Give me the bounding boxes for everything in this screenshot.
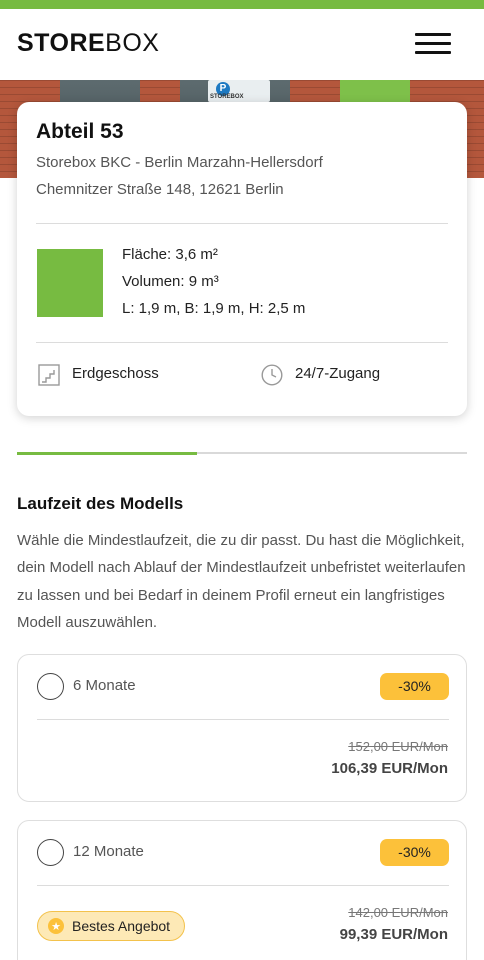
card-divider bbox=[36, 223, 448, 224]
site-header: STOREBOX bbox=[0, 9, 484, 80]
unit-dimensions: L: 1,9 m, B: 1,9 m, H: 2,5 m bbox=[122, 300, 306, 317]
new-price: 99,39 EUR/Mon bbox=[339, 926, 448, 943]
hamburger-menu-icon[interactable] bbox=[415, 31, 451, 57]
unit-volume: Volumen: 9 m³ bbox=[122, 273, 219, 290]
best-offer-label: Bestes Angebot bbox=[72, 918, 171, 934]
option-divider bbox=[37, 719, 449, 720]
term-option-label: 12 Monate bbox=[73, 843, 144, 860]
best-offer-badge: ★ Bestes Angebot bbox=[37, 911, 186, 941]
option-divider bbox=[37, 885, 449, 886]
term-option-label: 6 Monate bbox=[73, 677, 136, 694]
term-option-6-months[interactable]: 6 Monate -30% 152,00 EUR/Mon 106,39 EUR/… bbox=[17, 654, 467, 802]
radio-button[interactable] bbox=[37, 839, 64, 866]
unit-title: Abteil 53 bbox=[36, 120, 124, 143]
stairs-icon bbox=[38, 364, 60, 386]
radio-button[interactable] bbox=[37, 673, 64, 700]
discount-badge: -30% bbox=[380, 839, 449, 866]
unit-size-swatch bbox=[37, 249, 103, 317]
clock-icon bbox=[261, 364, 283, 386]
floor-label: Erdgeschoss bbox=[72, 365, 159, 382]
storebox-logo[interactable]: STOREBOX bbox=[17, 29, 159, 58]
term-option-12-months[interactable]: 12 Monate -30% ★ Bestes Angebot 142,00 E… bbox=[17, 820, 467, 960]
brand-top-stripe bbox=[0, 0, 484, 9]
booking-progress-bar bbox=[17, 451, 467, 455]
card-divider bbox=[36, 342, 448, 343]
facility-sign-text: STOREBOX bbox=[210, 94, 244, 100]
new-price: 106,39 EUR/Mon bbox=[331, 760, 448, 777]
unit-details-card: Abteil 53 Storebox BKC - Berlin Marzahn-… bbox=[17, 102, 467, 416]
old-price: 152,00 EUR/Mon bbox=[348, 739, 448, 754]
unit-location: Storebox BKC - Berlin Marzahn-Hellersdor… bbox=[36, 154, 323, 171]
old-price: 142,00 EUR/Mon bbox=[348, 905, 448, 920]
progress-fill bbox=[17, 451, 197, 455]
term-section-title: Laufzeit des Modells bbox=[17, 494, 184, 513]
term-description: Wähle die Mindestlaufzeit, die zu dir pa… bbox=[17, 532, 466, 631]
discount-badge: -30% bbox=[380, 673, 449, 700]
star-icon: ★ bbox=[48, 918, 64, 934]
unit-address: Chemnitzer Straße 148, 12621 Berlin bbox=[36, 181, 284, 198]
unit-area: Fläche: 3,6 m² bbox=[122, 246, 218, 263]
access-label: 24/7-Zugang bbox=[295, 365, 381, 382]
